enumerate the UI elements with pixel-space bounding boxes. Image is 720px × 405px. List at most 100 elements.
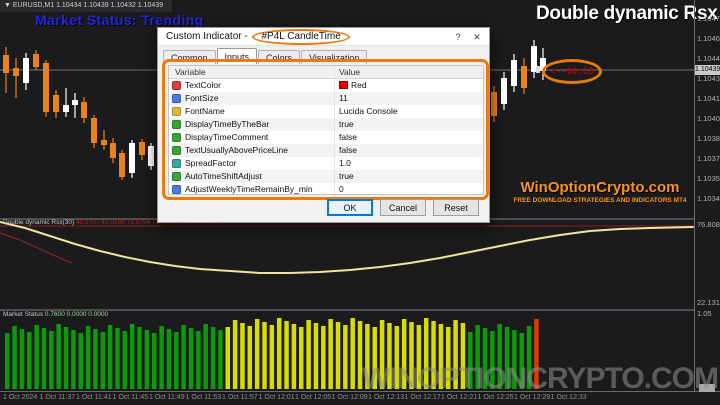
market-status-bar xyxy=(42,328,47,389)
price-axis-label: 1.10460 xyxy=(697,34,720,43)
market-status-bar xyxy=(145,330,150,389)
market-status-bar xyxy=(262,322,267,389)
column-divider[interactable] xyxy=(334,66,335,194)
param-value[interactable]: 1.0 xyxy=(339,158,351,168)
candle-body-bull xyxy=(72,100,78,105)
param-row-TextUsuallyAbovePriceLine[interactable]: TextUsuallyAbovePriceLine false xyxy=(169,144,483,157)
tab-inputs[interactable]: Inputs xyxy=(217,48,258,64)
tab-common[interactable]: Common xyxy=(163,50,216,64)
market-status-bar xyxy=(115,328,120,389)
price-axis-label: 1.10445 xyxy=(697,54,720,63)
param-row-AdjustWeeklyTimeRemainBy_min[interactable]: AdjustWeeklyTimeRemainBy_min 0 xyxy=(169,183,483,195)
market-status-panel-header: Market Status 0.7600 0.0000 0.0000 xyxy=(3,311,108,318)
candle-body-bear xyxy=(521,66,527,88)
candle-body-bear xyxy=(43,63,49,112)
param-value[interactable]: 11 xyxy=(339,93,348,103)
market-status-bar xyxy=(93,329,98,389)
price-axis-label: 1.10415 xyxy=(697,94,720,103)
market-status-bar xyxy=(233,320,238,389)
indicator-title-overlay: Double dynamic Rsx xyxy=(536,3,717,25)
market-status-bar xyxy=(218,330,223,389)
price-axis-label: 76.8086 xyxy=(697,220,720,229)
indicator-name-annotation: #P4L CandleTime xyxy=(252,29,349,45)
param-value[interactable]: false xyxy=(339,145,357,155)
price-axis-label: 1.10475 xyxy=(697,14,720,23)
close-icon[interactable]: ✕ xyxy=(470,30,484,44)
market-status-bar xyxy=(34,325,39,389)
market-status-bar xyxy=(255,319,260,389)
param-row-SpreadFactor[interactable]: SpreadFactor1.0 xyxy=(169,157,483,170)
promo-site-title: WinOptionCrypto.com xyxy=(500,179,700,196)
int-type-icon xyxy=(172,94,181,103)
market-status-bar xyxy=(174,332,179,389)
dialog-title: Custom Indicator - #P4L CandleTime xyxy=(166,31,350,42)
param-row-TextColor[interactable]: TextColorRed xyxy=(169,79,483,92)
symbol-ohlc-text: EURUSD,M1 1.10434 1.10439 1.10432 1.1043… xyxy=(13,2,163,9)
ok-button[interactable]: OK xyxy=(327,199,373,216)
param-value[interactable]: Red xyxy=(339,80,367,90)
param-name: FontName xyxy=(185,106,225,116)
param-value[interactable]: 0 xyxy=(339,184,344,194)
reset-button[interactable]: Reset xyxy=(433,199,479,216)
param-value[interactable]: true xyxy=(339,171,354,181)
candle-body-bear xyxy=(81,102,87,118)
time-axis-label: 1 Oct 12:05 xyxy=(295,394,331,401)
dropdown-arrow-icon[interactable]: ▼ xyxy=(4,2,11,9)
param-row-DisplayTimeByTheBar[interactable]: DisplayTimeByTheBar true xyxy=(169,118,483,131)
time-axis-label: 1 Oct 11:53 xyxy=(186,394,222,401)
param-row-AutoTimeShiftAdjust[interactable]: AutoTimeShiftAdjusttrue xyxy=(169,170,483,183)
market-status-bar xyxy=(240,323,245,389)
param-value[interactable]: false xyxy=(339,132,357,142)
market-status-panel-name: Market Status xyxy=(3,311,43,318)
market-status-bar xyxy=(299,327,304,389)
symbol-ohlc-bar[interactable]: ▼ EURUSD,M1 1.10434 1.10439 1.10432 1.10… xyxy=(0,0,172,12)
column-value: Value xyxy=(339,67,360,77)
candle-body-bear xyxy=(91,118,97,143)
market-status-overlay: Market Status: Trending xyxy=(35,12,204,28)
market-status-bar xyxy=(277,318,282,389)
candle-body-bear xyxy=(110,143,116,158)
tab-visualization[interactable]: Visualization xyxy=(301,50,367,64)
price-axis-label: 1.10370 xyxy=(697,154,720,163)
market-status-bar xyxy=(350,318,355,389)
param-row-DisplayTimeComment[interactable]: DisplayTimeCommentfalse xyxy=(169,131,483,144)
param-value[interactable]: Lucida Console xyxy=(339,106,398,116)
param-name: AdjustWeeklyTimeRemainBy_min xyxy=(185,184,313,194)
candle-body-bull xyxy=(148,146,154,166)
inputs-table: Variable Value TextColorRedFontSize11Fon… xyxy=(168,65,484,195)
rsx-signal-line xyxy=(0,233,72,263)
candle-body-bull xyxy=(63,105,69,112)
market-status-bar xyxy=(336,322,341,389)
candle-body-bear xyxy=(139,142,145,155)
market-status-bar xyxy=(71,330,76,389)
bool-type-icon xyxy=(172,172,181,181)
param-value[interactable]: true xyxy=(339,119,354,129)
candle-body-bull xyxy=(129,143,135,173)
time-axis-label: 1 Oct 11:45 xyxy=(113,394,149,401)
price-axis-label: 1.05 xyxy=(697,309,712,318)
market-status-bar xyxy=(321,326,326,389)
candle-body-bull xyxy=(501,78,507,104)
market-status-bar xyxy=(101,332,106,389)
market-status-bar xyxy=(211,327,216,389)
price-axis-label: 22.1312 xyxy=(697,298,720,307)
price-axis-label: 1.10385 xyxy=(697,134,720,143)
time-axis-label: 1 Oct 11:41 xyxy=(76,394,112,401)
param-name: DisplayTimeByTheBar xyxy=(185,119,269,129)
param-row-FontName[interactable]: FontName Lucida Console xyxy=(169,105,483,118)
market-status-bar xyxy=(270,325,275,389)
market-status-bar xyxy=(27,332,32,389)
candle-body-bear xyxy=(491,92,497,116)
cancel-button[interactable]: Cancel xyxy=(380,199,426,216)
market-status-bar xyxy=(20,329,25,389)
dialog-titlebar[interactable]: Custom Indicator - #P4L CandleTime ? ✕ xyxy=(158,28,489,46)
price-axis-label: 1.10400 xyxy=(697,114,720,123)
int-type-icon xyxy=(172,185,181,194)
time-axis-label: 1 Oct 11:37 xyxy=(40,394,76,401)
param-name: TextUsuallyAbovePriceLine xyxy=(185,145,288,155)
param-row-FontSize[interactable]: FontSize11 xyxy=(169,92,483,105)
help-icon[interactable]: ? xyxy=(451,30,465,44)
market-status-bar xyxy=(5,333,10,389)
candle-countdown-annotation: <--00:18 xyxy=(542,59,602,84)
tab-colors[interactable]: Colors xyxy=(258,50,300,64)
